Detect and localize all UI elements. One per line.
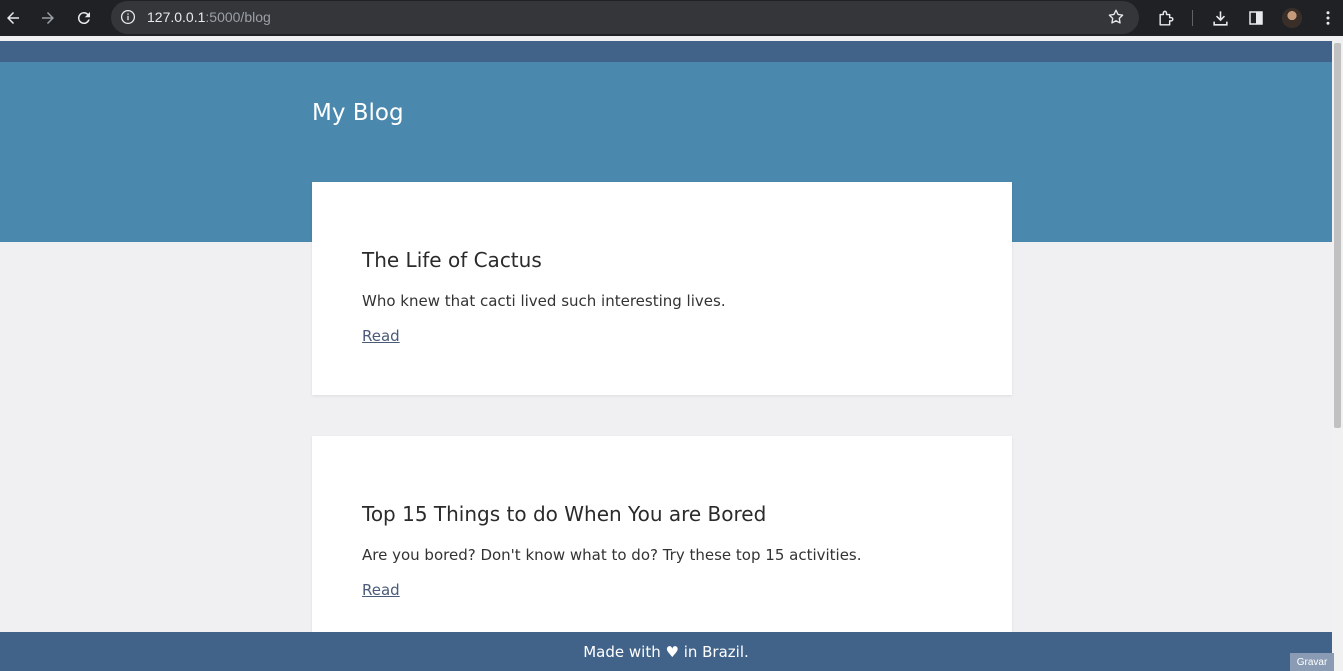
back-arrow-icon[interactable]: [1, 6, 25, 30]
record-button[interactable]: Gravar: [1290, 653, 1334, 671]
post-title: The Life of Cactus: [362, 248, 542, 272]
bookmark-star-icon[interactable]: [1107, 8, 1125, 26]
read-link[interactable]: Read: [362, 581, 400, 599]
forward-arrow-icon[interactable]: [36, 6, 60, 30]
post-card: Top 15 Things to do When You are Bored A…: [312, 436, 1012, 649]
page-viewport: My Blog The Life of Cactus Who knew that…: [0, 41, 1332, 671]
extensions-puzzle-icon[interactable]: [1156, 8, 1176, 28]
download-icon[interactable]: [1210, 8, 1230, 28]
address-bar[interactable]: 127.0.0.1:5000/blog: [111, 1, 1139, 34]
site-info-icon[interactable]: [119, 8, 137, 26]
read-link[interactable]: Read: [362, 327, 400, 345]
post-excerpt: Who knew that cacti lived such interesti…: [362, 292, 726, 310]
scrollbar-thumb[interactable]: [1334, 43, 1341, 428]
url-text: 127.0.0.1:5000/blog: [147, 9, 271, 25]
profile-avatar[interactable]: [1282, 8, 1302, 28]
url-host: 127.0.0.1: [147, 9, 206, 25]
site-title: My Blog: [312, 100, 404, 126]
vertical-scrollbar[interactable]: [1332, 41, 1343, 671]
toolbar-divider: [1192, 10, 1193, 26]
top-bar: [0, 41, 1332, 62]
url-path: :5000/blog: [205, 9, 271, 25]
side-panel-icon[interactable]: [1246, 8, 1266, 28]
reload-icon[interactable]: [72, 6, 96, 30]
post-excerpt: Are you bored? Don't know what to do? Tr…: [362, 546, 862, 564]
footer: Made with ♥ in Brazil.: [0, 632, 1332, 671]
post-card: The Life of Cactus Who knew that cacti l…: [312, 182, 1012, 395]
footer-text: Made with ♥ in Brazil.: [583, 642, 749, 661]
browser-toolbar: 127.0.0.1:5000/blog: [0, 0, 1343, 36]
more-menu-icon[interactable]: [1318, 8, 1338, 28]
post-title: Top 15 Things to do When You are Bored: [362, 502, 767, 526]
